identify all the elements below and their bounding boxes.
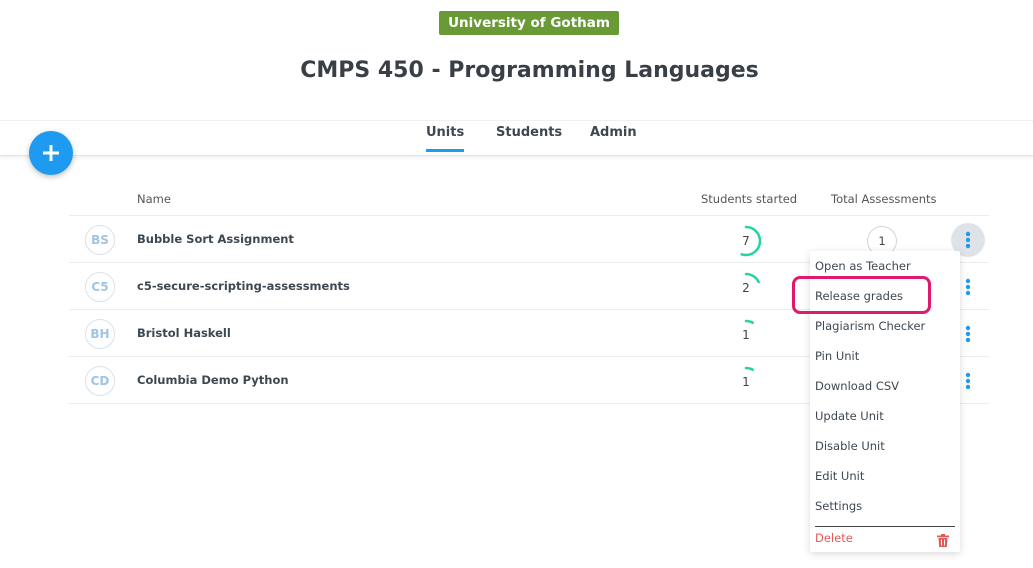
tab-units[interactable]: Units — [426, 125, 465, 152]
unit-name[interactable]: Columbia Demo Python — [137, 373, 289, 387]
menu-divider — [815, 526, 955, 527]
students-started-count: 1 — [742, 328, 750, 342]
students-started-count: 2 — [742, 281, 750, 295]
unit-actions-menu: Open as Teacher Release grades Plagiaris… — [810, 251, 960, 552]
unit-name[interactable]: Bristol Haskell — [137, 326, 231, 340]
more-vertical-icon — [965, 372, 971, 390]
students-started-indicator: 2 — [729, 271, 763, 305]
menu-item-settings[interactable]: Settings — [815, 499, 862, 513]
menu-item-open-as-teacher[interactable]: Open as Teacher — [815, 259, 911, 273]
unit-avatar: BH — [85, 319, 115, 349]
menu-item-delete[interactable]: Delete — [815, 531, 853, 545]
students-started-count: 1 — [742, 375, 750, 389]
menu-item-edit-unit[interactable]: Edit Unit — [815, 469, 864, 483]
unit-name[interactable]: Bubble Sort Assignment — [137, 232, 294, 246]
menu-item-update-unit[interactable]: Update Unit — [815, 409, 884, 423]
more-vertical-icon — [965, 325, 971, 343]
more-vertical-icon — [965, 278, 971, 296]
column-header-students-started: Students started — [701, 192, 798, 206]
unit-avatar: BS — [85, 225, 115, 255]
students-started-count: 7 — [742, 234, 750, 248]
column-header-total-assessments: Total Assessments — [831, 192, 937, 206]
more-vertical-icon — [965, 231, 971, 249]
students-started-indicator: 7 — [729, 224, 763, 258]
menu-item-release-grades[interactable]: Release grades — [815, 289, 903, 303]
unit-name[interactable]: c5-secure-scripting-assessments — [137, 279, 350, 293]
unit-avatar: CD — [85, 366, 115, 396]
column-header-name: Name — [137, 192, 171, 206]
tab-admin[interactable]: Admin — [590, 125, 637, 149]
tab-bar: Units Students Admin — [0, 120, 1033, 156]
menu-item-pin-unit[interactable]: Pin Unit — [815, 349, 859, 363]
plus-icon — [43, 145, 59, 161]
tab-students[interactable]: Students — [496, 125, 562, 149]
menu-item-download-csv[interactable]: Download CSV — [815, 379, 899, 393]
menu-item-plagiarism-checker[interactable]: Plagiarism Checker — [815, 319, 925, 333]
page-title: CMPS 450 - Programming Languages — [300, 58, 759, 83]
menu-item-disable-unit[interactable]: Disable Unit — [815, 439, 885, 453]
trash-icon[interactable] — [937, 534, 949, 547]
students-started-indicator: 1 — [729, 318, 763, 352]
institution-badge: University of Gotham — [439, 11, 619, 35]
unit-avatar: C5 — [85, 272, 115, 302]
add-unit-button[interactable] — [29, 131, 73, 175]
students-started-indicator: 1 — [729, 365, 763, 399]
